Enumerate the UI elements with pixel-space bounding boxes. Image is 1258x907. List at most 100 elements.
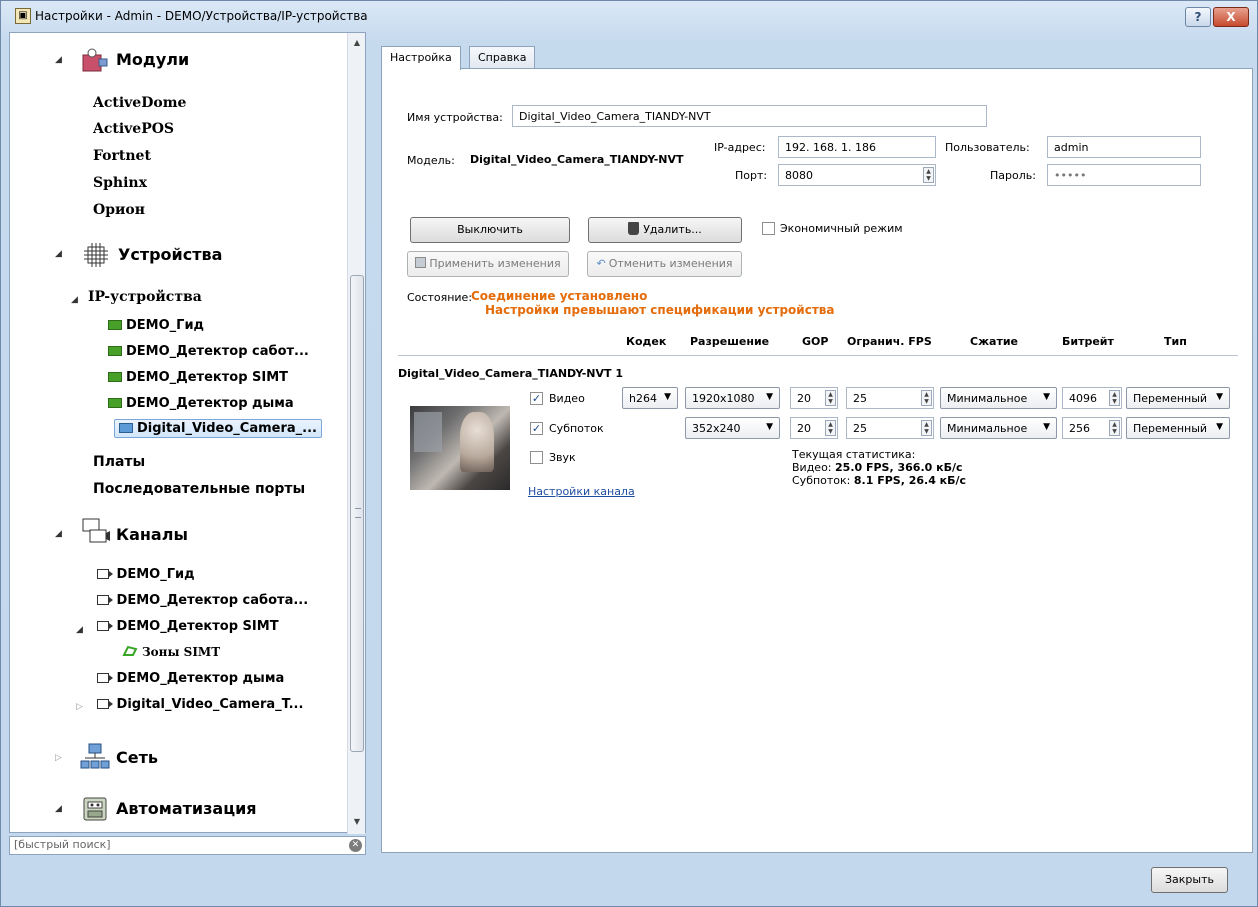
tree-automation[interactable]: Автоматизация: [116, 799, 257, 818]
spinner-icon[interactable]: ▲ ▼: [921, 420, 932, 436]
status-connected: Соединение установлено: [471, 289, 648, 303]
tree-boards[interactable]: Платы: [93, 454, 145, 470]
password-input[interactable]: •••••: [1047, 164, 1201, 186]
spinner-icon[interactable]: ▲ ▼: [1109, 390, 1120, 406]
collapse-icon[interactable]: ◢: [55, 249, 62, 259]
substream-fps-input[interactable]: 25 ▲ ▼: [846, 417, 934, 439]
audio-label: Звук: [549, 451, 576, 464]
substream-compression-select[interactable]: Минимальное ▼: [940, 417, 1057, 439]
tree-channel[interactable]: DEMO_Гид: [97, 567, 195, 582]
tree-item-fortnet[interactable]: Fortnet: [93, 148, 151, 164]
header-type: Тип: [1164, 335, 1187, 348]
tree-item-activedome[interactable]: ActiveDome: [93, 95, 186, 111]
close-window-button[interactable]: X: [1213, 7, 1249, 27]
scroll-up-icon[interactable]: ▲: [348, 35, 366, 51]
collapse-icon[interactable]: ◢: [55, 804, 62, 814]
tree-channel[interactable]: Digital_Video_Camera_T...: [97, 697, 303, 712]
tree-scrollbar[interactable]: ▲ ▼: [347, 33, 365, 834]
ip-address-input[interactable]: 192. 168. 1. 186: [778, 136, 936, 158]
collapse-icon[interactable]: ◢: [55, 55, 62, 65]
tree-ip-device-selected[interactable]: Digital_Video_Camera_...: [114, 419, 322, 438]
close-button[interactable]: Закрыть: [1151, 867, 1228, 893]
header-codec: Кодек: [626, 335, 667, 348]
tree-item-activepos[interactable]: ActivePOS: [93, 121, 174, 137]
video-type-select[interactable]: Переменный ▼: [1126, 387, 1230, 409]
video-resolution-select[interactable]: 1920x1080 ▼: [685, 387, 780, 409]
collapse-icon[interactable]: ◢: [76, 625, 83, 635]
quick-search-input[interactable]: [быстрый поиск] ✕: [9, 836, 366, 855]
spinner-icon[interactable]: ▲ ▼: [1109, 420, 1120, 436]
tree-channel[interactable]: DEMO_Детектор сабота...: [97, 593, 308, 608]
collapse-icon[interactable]: ◢: [71, 295, 78, 305]
tree-serial-ports[interactable]: Последовательные порты: [93, 481, 305, 497]
audio-checkbox[interactable]: [530, 451, 543, 464]
port-input[interactable]: 8080 ▲ ▼: [778, 164, 936, 186]
tree-ip-device[interactable]: DEMO_Гид: [108, 318, 204, 333]
cancel-changes-button[interactable]: ↶ Отменить изменения: [587, 251, 742, 277]
eco-mode-checkbox[interactable]: [762, 222, 775, 235]
tree-ip-device[interactable]: DEMO_Детектор дыма: [108, 396, 294, 411]
chevron-down-icon: ▼: [1216, 392, 1223, 402]
help-button[interactable]: ?: [1185, 7, 1211, 27]
disable-button[interactable]: Выключить: [410, 217, 570, 243]
spinner-icon[interactable]: ▲ ▼: [921, 390, 932, 406]
settings-tree: ◢ Модули ActiveDome ActivePOS Fortnet Sp…: [9, 32, 366, 834]
header-bitrate: Битрейт: [1062, 335, 1114, 348]
device-name-input[interactable]: Digital_Video_Camera_TIANDY-NVT: [512, 105, 987, 127]
tree-ip-device[interactable]: DEMO_Детектор сабот...: [108, 344, 309, 359]
tree-item-sphinx[interactable]: Sphinx: [93, 175, 147, 191]
ip-camera-icon: [119, 423, 133, 433]
camera-icon: [97, 595, 113, 605]
substream-bitrate-input[interactable]: 256 ▲ ▼: [1062, 417, 1122, 439]
scroll-thumb[interactable]: [350, 275, 364, 752]
video-fps-input[interactable]: 25 ▲ ▼: [846, 387, 934, 409]
video-label: Видео: [549, 392, 585, 405]
video-bitrate-input[interactable]: 4096 ▲ ▼: [1062, 387, 1122, 409]
camera-title: Digital_Video_Camera_TIANDY-NVT 1: [398, 367, 624, 380]
scroll-down-icon[interactable]: ▼: [348, 814, 366, 830]
video-checkbox[interactable]: ✓: [530, 392, 543, 405]
user-input[interactable]: admin: [1047, 136, 1201, 158]
substream-resolution-select[interactable]: 352x240 ▼: [685, 417, 780, 439]
tab-settings[interactable]: Настройка: [381, 46, 461, 70]
clear-search-icon[interactable]: ✕: [349, 839, 362, 852]
tree-ip-device[interactable]: DEMO_Детектор SIMT: [108, 370, 288, 385]
user-label: Пользователь:: [945, 141, 1030, 154]
tree-modules[interactable]: Модули: [116, 50, 189, 69]
expand-icon[interactable]: ▷: [76, 702, 83, 712]
tab-help[interactable]: Справка: [469, 46, 536, 69]
spinner-icon[interactable]: ▲ ▼: [825, 390, 836, 406]
delete-button[interactable]: Удалить...: [588, 217, 742, 243]
stats-title: Текущая статистика:: [792, 448, 916, 461]
tree-channel[interactable]: DEMO_Детектор SIMT: [97, 619, 279, 634]
apply-changes-button[interactable]: Применить изменения: [407, 251, 569, 277]
tree-item-orion[interactable]: Орион: [93, 202, 145, 218]
channel-settings-link[interactable]: Настройки канала: [528, 485, 635, 498]
chevron-down-icon: ▼: [766, 422, 773, 432]
tree-simt-zones[interactable]: Зоны SIMT: [122, 645, 220, 659]
substream-checkbox[interactable]: ✓: [530, 422, 543, 435]
camera-icon: [97, 699, 113, 709]
window-title: Настройки - Admin - DEMO/Устройства/IP-у…: [35, 9, 368, 23]
spinner-icon[interactable]: ▲ ▼: [825, 420, 836, 436]
header-fps-limit: Огранич. FPS: [847, 335, 932, 348]
video-gop-input[interactable]: 20 ▲ ▼: [790, 387, 838, 409]
spinner-icon[interactable]: ▲ ▼: [923, 167, 934, 183]
tree-devices[interactable]: Устройства: [118, 245, 222, 264]
zone-icon: [122, 645, 138, 656]
tree-content: ◢ Модули ActiveDome ActivePOS Fortnet Sp…: [10, 33, 348, 834]
tree-ip-devices[interactable]: IP-устройства: [88, 289, 202, 305]
substream-type-select[interactable]: Переменный ▼: [1126, 417, 1230, 439]
tree-network[interactable]: Сеть: [116, 748, 158, 767]
eco-mode-label: Экономичный режим: [780, 222, 903, 235]
tree-channel[interactable]: DEMO_Детектор дыма: [97, 671, 284, 686]
substream-gop-input[interactable]: 20 ▲ ▼: [790, 417, 838, 439]
collapse-icon[interactable]: ◢: [55, 529, 62, 539]
video-codec-select[interactable]: h264 ▼: [622, 387, 678, 409]
expand-icon[interactable]: ▷: [55, 753, 62, 763]
tree-channels[interactable]: Каналы: [116, 525, 188, 544]
ip-camera-icon: [108, 372, 122, 382]
settings-window: ▣ Настройки - Admin - DEMO/Устройства/IP…: [0, 0, 1258, 907]
ip-camera-icon: [108, 346, 122, 356]
video-compression-select[interactable]: Минимальное ▼: [940, 387, 1057, 409]
